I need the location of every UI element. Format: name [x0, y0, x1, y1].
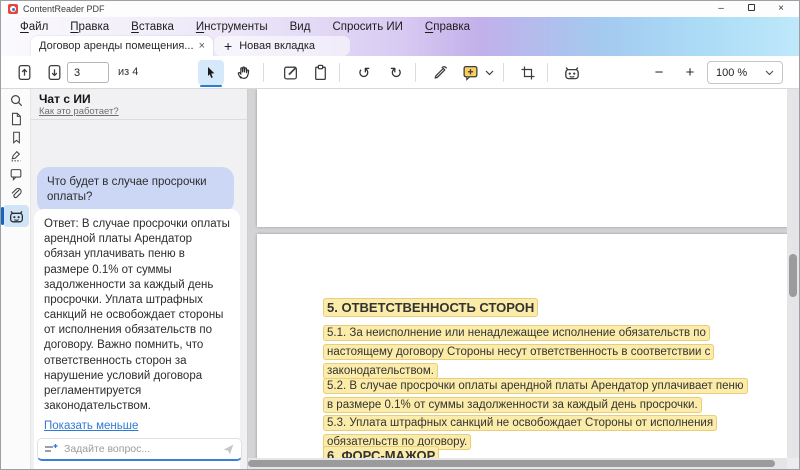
tab-document-label: Договор аренды помещения... — [39, 40, 193, 52]
toolbar-separator — [547, 63, 548, 82]
horizontal-scrollbar-thumb[interactable] — [248, 460, 775, 467]
signature-panel-icon[interactable] — [1, 147, 31, 165]
ai-assistant-button[interactable] — [559, 60, 585, 85]
close-button[interactable]: × — [775, 4, 787, 14]
vertical-scrollbar-thumb[interactable] — [789, 254, 797, 297]
zoom-in-button[interactable]: + — [677, 60, 703, 85]
next-page-button[interactable] — [41, 60, 67, 85]
scrollbar-corner — [787, 458, 799, 469]
chevron-down-icon — [765, 70, 774, 76]
crop-tool-button[interactable] — [515, 60, 541, 85]
bookmarks-panel-icon[interactable] — [1, 128, 31, 146]
menu-tools[interactable]: Инструменты — [185, 17, 279, 36]
app-logo-icon — [8, 4, 18, 14]
menu-insert[interactable]: Вставка — [120, 17, 185, 36]
page-total-label: из 4 — [118, 66, 138, 78]
tab-close-icon[interactable]: × — [199, 40, 205, 52]
window-controls: – × — [715, 4, 799, 14]
ai-chat-panel-icon-active[interactable] — [3, 205, 29, 227]
title-bar: ContentReader PDF – × — [1, 1, 799, 17]
search-icon[interactable] — [1, 91, 31, 109]
menu-tab-band: Файл Правка Вставка Инструменты Вид Спро… — [1, 17, 799, 56]
zoom-out-button[interactable]: − — [646, 60, 672, 85]
doc-section-5-heading: 5. ОТВЕТСТВЕННОСТЬ СТОРОН — [323, 298, 747, 317]
menu-file[interactable]: Файл — [9, 17, 59, 36]
previous-page-button[interactable] — [11, 60, 37, 85]
chat-divider — [31, 119, 247, 120]
document-viewer[interactable]: 5. ОТВЕТСТВЕННОСТЬ СТОРОН 5.1. За неиспо… — [248, 89, 799, 469]
menu-edit[interactable]: Правка — [59, 17, 120, 36]
ai-chat-panel: Чат с ИИ Как это работает? Что будет в с… — [31, 89, 248, 469]
doc-clause-5-2: 5.2. В случае просрочки оплаты арендной … — [323, 377, 747, 415]
zoom-level-value: 100 % — [716, 67, 747, 79]
attachments-panel-icon[interactable] — [1, 184, 31, 202]
pen-annotation-button[interactable] — [427, 60, 453, 85]
tab-bar: Договор аренды помещения... × + Новая вк… — [1, 36, 799, 56]
page-number-input[interactable] — [67, 62, 109, 83]
toolbar: из 4 ↺ ↻ — [1, 56, 799, 89]
user-message-bubble: Что будет в случае просрочки оплаты? — [37, 167, 234, 213]
how-it-works-link[interactable]: Как это работает? — [39, 106, 119, 117]
document-page-current: 5. ОТВЕТСТВЕННОСТЬ СТОРОН 5.1. За неиспо… — [257, 234, 788, 460]
prompt-suggestions-icon[interactable] — [44, 443, 59, 456]
pages-panel-icon[interactable] — [1, 110, 31, 128]
clipboard-button[interactable] — [307, 60, 333, 85]
plus-icon: + — [224, 38, 232, 54]
menu-view[interactable]: Вид — [279, 17, 322, 36]
vertical-scrollbar[interactable] — [787, 89, 799, 458]
zoom-level-dropdown[interactable]: 100 % — [707, 61, 783, 84]
menu-help[interactable]: Справка — [414, 17, 481, 36]
app-window: ContentReader PDF – × Файл Правка Вставк… — [0, 0, 800, 470]
ai-answer-text: Ответ: В случае просрочки оплаты арендно… — [44, 217, 230, 414]
add-comment-button[interactable] — [457, 60, 483, 85]
rotate-left-icon[interactable]: ↺ — [351, 60, 377, 85]
send-icon[interactable] — [222, 443, 235, 456]
rotate-right-icon[interactable]: ↻ — [383, 60, 409, 85]
document-page-previous — [257, 89, 788, 227]
maximize-button[interactable] — [745, 4, 757, 14]
maximize-icon — [748, 4, 755, 11]
sidebar-icon-strip — [1, 89, 31, 469]
tab-new-label: Новая вкладка — [239, 40, 315, 52]
show-less-link[interactable]: Показать меньше — [44, 419, 138, 434]
edit-document-button[interactable] — [277, 60, 303, 85]
tab-new[interactable]: + Новая вкладка — [214, 36, 350, 56]
horizontal-scrollbar[interactable] — [248, 458, 787, 469]
select-tool-button[interactable] — [198, 60, 224, 85]
ask-question-input[interactable] — [64, 443, 222, 455]
minimize-button[interactable]: – — [715, 4, 727, 14]
toolbar-separator — [415, 63, 416, 82]
toolbar-separator — [339, 63, 340, 82]
comments-panel-icon[interactable] — [1, 165, 31, 183]
menu-bar: Файл Правка Вставка Инструменты Вид Спро… — [1, 17, 799, 36]
tab-document[interactable]: Договор аренды помещения... × — [31, 36, 213, 56]
chat-input-bar[interactable] — [37, 438, 242, 461]
chat-panel-title: Чат с ИИ — [39, 92, 91, 106]
toolbar-separator — [263, 63, 264, 82]
app-title: ContentReader PDF — [23, 4, 105, 14]
comment-dropdown-chevron-icon[interactable] — [482, 60, 497, 85]
doc-clause-5-1: 5.1. За неисполнение или ненадлежащее ис… — [323, 324, 747, 381]
hand-tool-button[interactable] — [230, 60, 256, 85]
menu-ask-ai[interactable]: Спросить ИИ — [321, 17, 413, 36]
toolbar-separator — [503, 63, 504, 82]
ai-answer-bubble: Ответ: В случае просрочки оплаты арендно… — [34, 209, 240, 470]
